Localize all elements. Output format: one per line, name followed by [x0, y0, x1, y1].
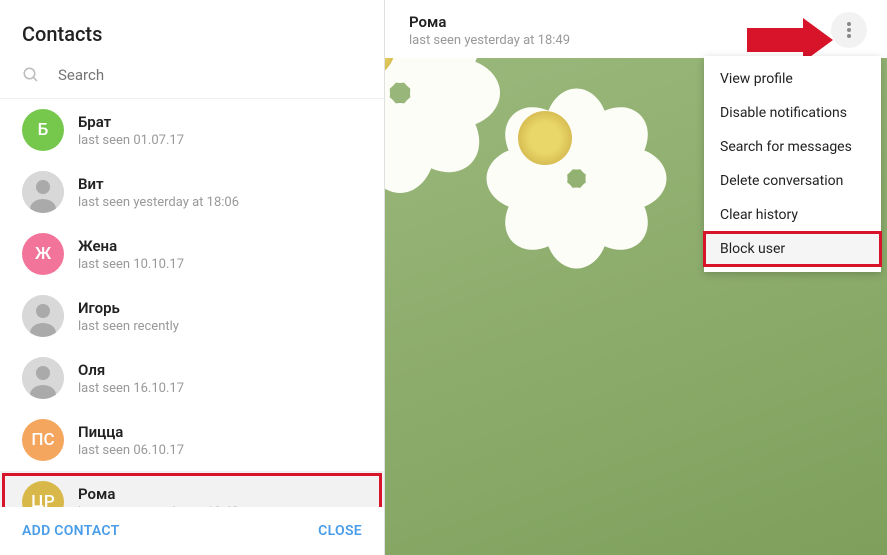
avatar-placeholder-icon	[22, 295, 64, 337]
chat-panel: Рома last seen yesterday at 18:49	[385, 0, 887, 555]
bottom-actions: ADD CONTACT CLOSE	[0, 507, 384, 555]
contact-item[interactable]: Оля last seen 16.10.17	[0, 347, 384, 409]
contact-item[interactable]: Ж Жена last seen 10.10.17	[0, 223, 384, 285]
contact-name: Жена	[78, 237, 184, 255]
menu-item[interactable]: Block user	[704, 232, 881, 266]
more-vertical-icon	[847, 22, 851, 38]
contact-name: Оля	[78, 361, 184, 379]
contact-status: last seen yesterday at 18:49	[78, 505, 239, 508]
menu-item[interactable]: View profile	[704, 62, 881, 96]
menu-item[interactable]: Clear history	[704, 198, 881, 232]
avatar-placeholder-icon	[22, 357, 64, 399]
avatar: ПС	[22, 419, 64, 461]
avatar	[22, 295, 64, 337]
menu-item[interactable]: Delete conversation	[704, 164, 881, 198]
contacts-panel: Contacts Б Брат last seen 01.07.17 Вит last …	[0, 0, 385, 555]
contact-name: Брат	[78, 113, 184, 131]
avatar: ЦР	[22, 481, 64, 507]
contact-name: Пицца	[78, 423, 184, 441]
contact-status: last seen 16.10.17	[78, 381, 184, 396]
contact-status: last seen recently	[78, 319, 179, 334]
contact-item[interactable]: ЦР Рома last seen yesterday at 18:49	[0, 471, 384, 507]
menu-item[interactable]: Search for messages	[704, 130, 881, 164]
contact-name: Вит	[78, 175, 239, 193]
contact-name: Рома	[78, 485, 239, 503]
more-options-button[interactable]	[831, 12, 867, 48]
avatar	[22, 171, 64, 213]
contact-item[interactable]: ПС Пицца last seen 06.10.17	[0, 409, 384, 471]
options-dropdown: View profileDisable notificationsSearch …	[704, 56, 881, 272]
avatar	[22, 357, 64, 399]
menu-item[interactable]: Disable notifications	[704, 96, 881, 130]
contact-status: last seen 01.07.17	[78, 133, 184, 148]
contact-status: last seen 06.10.17	[78, 443, 184, 458]
avatar-placeholder-icon	[22, 171, 64, 213]
contact-item[interactable]: Игорь last seen recently	[0, 285, 384, 347]
contact-item[interactable]: Б Брат last seen 01.07.17	[0, 99, 384, 161]
chat-title: Рома	[409, 13, 570, 31]
search-icon	[22, 66, 40, 84]
contact-item[interactable]: Вит last seen yesterday at 18:06	[0, 161, 384, 223]
search-row[interactable]	[0, 58, 384, 98]
contact-status: last seen yesterday at 18:06	[78, 195, 239, 210]
chat-subtitle: last seen yesterday at 18:49	[409, 33, 570, 48]
search-input[interactable]	[58, 66, 362, 84]
contact-list: Б Брат last seen 01.07.17 Вит last seen yest…	[0, 99, 384, 507]
contact-name: Игорь	[78, 299, 179, 317]
close-button[interactable]: CLOSE	[318, 523, 362, 539]
add-contact-button[interactable]: ADD CONTACT	[22, 523, 120, 539]
contact-status: last seen 10.10.17	[78, 257, 184, 272]
avatar: Ж	[22, 233, 64, 275]
avatar: Б	[22, 109, 64, 151]
contacts-title: Contacts	[0, 0, 384, 58]
